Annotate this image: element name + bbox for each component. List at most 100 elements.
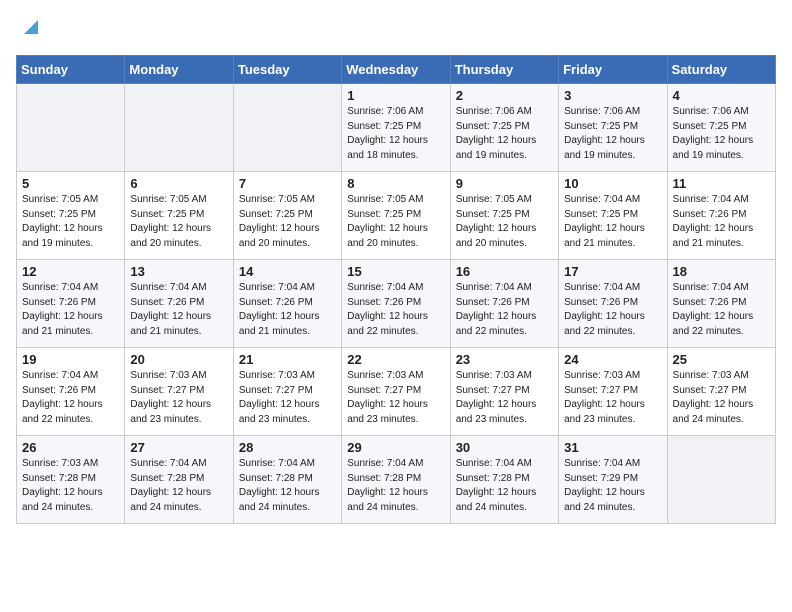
calendar-cell: 18 Sunrise: 7:04 AM Sunset: 7:26 PM Dayli… — [667, 260, 775, 348]
calendar-cell: 17 Sunrise: 7:04 AM Sunset: 7:26 PM Dayli… — [559, 260, 667, 348]
day-number: 4 — [673, 88, 771, 103]
calendar-cell: 29 Sunrise: 7:04 AM Sunset: 7:28 PM Dayli… — [342, 436, 450, 524]
calendar-week-row: 1 Sunrise: 7:06 AM Sunset: 7:25 PM Daylig… — [17, 84, 776, 172]
calendar-cell: 24 Sunrise: 7:03 AM Sunset: 7:27 PM Dayli… — [559, 348, 667, 436]
day-info: Sunrise: 7:06 AM Sunset: 7:25 PM Dayligh… — [456, 105, 554, 163]
calendar-cell: 2 Sunrise: 7:06 AM Sunset: 7:25 PM Daylig… — [450, 84, 558, 172]
calendar-cell: 27 Sunrise: 7:04 AM Sunset: 7:28 PM Dayli… — [125, 436, 233, 524]
day-number: 20 — [130, 352, 228, 367]
day-info: Sunrise: 7:04 AM Sunset: 7:25 PM Dayligh… — [564, 193, 662, 251]
day-info: Sunrise: 7:04 AM Sunset: 7:28 PM Dayligh… — [347, 457, 445, 515]
weekday-header-thursday: Thursday — [450, 56, 558, 84]
day-number: 31 — [564, 440, 662, 455]
day-info: Sunrise: 7:03 AM Sunset: 7:27 PM Dayligh… — [673, 369, 771, 427]
day-info: Sunrise: 7:05 AM Sunset: 7:25 PM Dayligh… — [130, 193, 228, 251]
calendar-cell: 14Sunrise: 7:04 AM Sunset: 7:26 PM Dayli… — [233, 260, 341, 348]
calendar-cell: 9Sunrise: 7:05 AM Sunset: 7:25 PM Daylig… — [450, 172, 558, 260]
day-info: Sunrise: 7:04 AM Sunset: 7:28 PM Dayligh… — [130, 457, 228, 515]
calendar-cell: 6 Sunrise: 7:05 AM Sunset: 7:25 PM Daylig… — [125, 172, 233, 260]
calendar-week-row: 12Sunrise: 7:04 AM Sunset: 7:26 PM Dayli… — [17, 260, 776, 348]
day-info: Sunrise: 7:04 AM Sunset: 7:26 PM Dayligh… — [347, 281, 445, 339]
weekday-header-wednesday: Wednesday — [342, 56, 450, 84]
calendar-week-row: 26Sunrise: 7:03 AM Sunset: 7:28 PM Dayli… — [17, 436, 776, 524]
calendar-cell: 23 Sunrise: 7:03 AM Sunset: 7:27 PM Dayli… — [450, 348, 558, 436]
logo-icon — [20, 16, 42, 38]
day-info: Sunrise: 7:03 AM Sunset: 7:28 PM Dayligh… — [22, 457, 120, 515]
day-number: 9 — [456, 176, 554, 191]
day-info: Sunrise: 7:04 AM Sunset: 7:26 PM Dayligh… — [564, 281, 662, 339]
calendar-cell: 20 Sunrise: 7:03 AM Sunset: 7:27 PM Dayli… — [125, 348, 233, 436]
day-info: Sunrise: 7:06 AM Sunset: 7:25 PM Dayligh… — [564, 105, 662, 163]
calendar-cell: 22 Sunrise: 7:03 AM Sunset: 7:27 PM Dayli… — [342, 348, 450, 436]
calendar-cell: 5 Sunrise: 7:05 AM Sunset: 7:25 PM Daylig… — [17, 172, 125, 260]
weekday-header-sunday: Sunday — [17, 56, 125, 84]
calendar-cell: 3 Sunrise: 7:06 AM Sunset: 7:25 PM Daylig… — [559, 84, 667, 172]
weekday-header-friday: Friday — [559, 56, 667, 84]
calendar-week-row: 5 Sunrise: 7:05 AM Sunset: 7:25 PM Daylig… — [17, 172, 776, 260]
day-number: 2 — [456, 88, 554, 103]
calendar-cell: 25 Sunrise: 7:03 AM Sunset: 7:27 PM Dayli… — [667, 348, 775, 436]
day-number: 23 — [456, 352, 554, 367]
day-info: Sunrise: 7:04 AM Sunset: 7:26 PM Dayligh… — [22, 281, 120, 339]
weekday-header-monday: Monday — [125, 56, 233, 84]
calendar-cell: 19Sunrise: 7:04 AM Sunset: 7:26 PM Dayli… — [17, 348, 125, 436]
day-number: 18 — [673, 264, 771, 279]
day-number: 5 — [22, 176, 120, 191]
calendar-cell: 13 Sunrise: 7:04 AM Sunset: 7:26 PM Dayli… — [125, 260, 233, 348]
day-info: Sunrise: 7:04 AM Sunset: 7:29 PM Dayligh… — [564, 457, 662, 515]
day-number: 16 — [456, 264, 554, 279]
calendar-cell: 8Sunrise: 7:05 AM Sunset: 7:25 PM Daylig… — [342, 172, 450, 260]
page-header — [16, 16, 776, 47]
calendar-cell: 15 Sunrise: 7:04 AM Sunset: 7:26 PM Dayli… — [342, 260, 450, 348]
day-info: Sunrise: 7:04 AM Sunset: 7:26 PM Dayligh… — [673, 193, 771, 251]
day-number: 17 — [564, 264, 662, 279]
day-number: 25 — [673, 352, 771, 367]
day-info: Sunrise: 7:03 AM Sunset: 7:27 PM Dayligh… — [239, 369, 337, 427]
day-number: 3 — [564, 88, 662, 103]
day-number: 24 — [564, 352, 662, 367]
day-number: 29 — [347, 440, 445, 455]
day-number: 7 — [239, 176, 337, 191]
calendar-cell: 16Sunrise: 7:04 AM Sunset: 7:26 PM Dayli… — [450, 260, 558, 348]
day-info: Sunrise: 7:05 AM Sunset: 7:25 PM Dayligh… — [22, 193, 120, 251]
weekday-header-saturday: Saturday — [667, 56, 775, 84]
day-number: 14 — [239, 264, 337, 279]
day-info: Sunrise: 7:04 AM Sunset: 7:28 PM Dayligh… — [239, 457, 337, 515]
day-info: Sunrise: 7:03 AM Sunset: 7:27 PM Dayligh… — [564, 369, 662, 427]
day-number: 1 — [347, 88, 445, 103]
calendar-table: SundayMondayTuesdayWednesdayThursdayFrid… — [16, 55, 776, 524]
day-number: 21 — [239, 352, 337, 367]
weekday-header-row: SundayMondayTuesdayWednesdayThursdayFrid… — [17, 56, 776, 84]
calendar-cell — [17, 84, 125, 172]
calendar-cell: 12Sunrise: 7:04 AM Sunset: 7:26 PM Dayli… — [17, 260, 125, 348]
day-info: Sunrise: 7:04 AM Sunset: 7:26 PM Dayligh… — [673, 281, 771, 339]
calendar-cell: 26Sunrise: 7:03 AM Sunset: 7:28 PM Dayli… — [17, 436, 125, 524]
day-number: 13 — [130, 264, 228, 279]
day-info: Sunrise: 7:04 AM Sunset: 7:26 PM Dayligh… — [22, 369, 120, 427]
day-info: Sunrise: 7:03 AM Sunset: 7:27 PM Dayligh… — [456, 369, 554, 427]
weekday-header-tuesday: Tuesday — [233, 56, 341, 84]
day-info: Sunrise: 7:03 AM Sunset: 7:27 PM Dayligh… — [347, 369, 445, 427]
day-number: 28 — [239, 440, 337, 455]
calendar-cell: 28 Sunrise: 7:04 AM Sunset: 7:28 PM Dayli… — [233, 436, 341, 524]
calendar-cell: 7 Sunrise: 7:05 AM Sunset: 7:25 PM Daylig… — [233, 172, 341, 260]
calendar-cell: 21 Sunrise: 7:03 AM Sunset: 7:27 PM Dayli… — [233, 348, 341, 436]
day-info: Sunrise: 7:06 AM Sunset: 7:25 PM Dayligh… — [673, 105, 771, 163]
calendar-cell: 4 Sunrise: 7:06 AM Sunset: 7:25 PM Daylig… — [667, 84, 775, 172]
day-number: 27 — [130, 440, 228, 455]
day-number: 30 — [456, 440, 554, 455]
logo — [16, 16, 42, 47]
day-number: 22 — [347, 352, 445, 367]
calendar-cell — [667, 436, 775, 524]
day-info: Sunrise: 7:03 AM Sunset: 7:27 PM Dayligh… — [130, 369, 228, 427]
day-info: Sunrise: 7:04 AM Sunset: 7:28 PM Dayligh… — [456, 457, 554, 515]
calendar-cell: 10Sunrise: 7:04 AM Sunset: 7:25 PM Dayli… — [559, 172, 667, 260]
day-number: 8 — [347, 176, 445, 191]
day-info: Sunrise: 7:04 AM Sunset: 7:26 PM Dayligh… — [130, 281, 228, 339]
calendar-week-row: 19Sunrise: 7:04 AM Sunset: 7:26 PM Dayli… — [17, 348, 776, 436]
day-info: Sunrise: 7:05 AM Sunset: 7:25 PM Dayligh… — [239, 193, 337, 251]
day-number: 15 — [347, 264, 445, 279]
day-number: 6 — [130, 176, 228, 191]
calendar-cell — [233, 84, 341, 172]
calendar-cell — [125, 84, 233, 172]
